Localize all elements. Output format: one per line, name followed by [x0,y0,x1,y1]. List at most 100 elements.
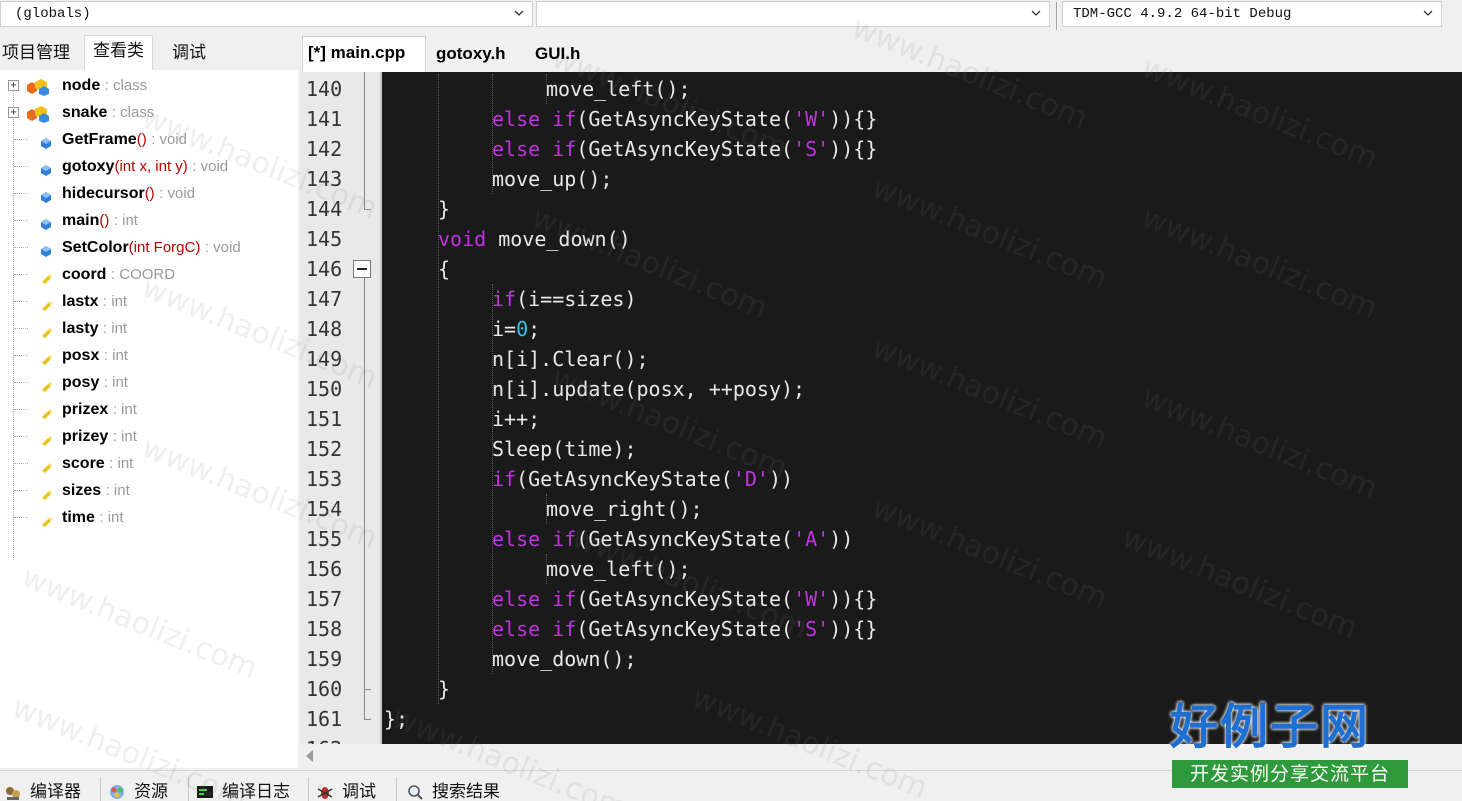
code-keyword: else [492,137,553,161]
tree-item-prizex[interactable]: prizex : int [0,396,298,423]
tree-connector [14,463,28,464]
code-text: )) [829,527,854,551]
line-number: 148 [306,317,343,341]
indent-guide [492,74,493,194]
tab-resources[interactable]: 资源 [108,779,188,801]
indent-guide [546,74,547,104]
tree-item-label: hidecursor() : void [62,180,195,207]
tree-item-posx[interactable]: posx : int [0,342,298,369]
tab-compile-log[interactable]: 编译日志 [196,779,308,801]
code-text: (i==sizes) [516,287,637,311]
line-number: 162 [306,734,350,744]
tree-item-coord[interactable]: coord : COORD [0,261,298,288]
tree-connector [14,247,28,248]
tree-item-setcolor[interactable]: SetColor(int ForgC) : void [0,234,298,261]
tree-item-lastx[interactable]: lastx : int [0,288,298,315]
variable-icon [42,409,52,419]
symbol-type: : class [111,104,155,121]
tab-project-manager[interactable]: 项目管理 [2,38,70,70]
symbol-type: : COORD [110,266,176,283]
symbol-type: : int [112,401,137,418]
function-icon [41,165,51,176]
tree-item-sizes[interactable]: sizes : int [0,477,298,504]
symbol-type: : void [204,239,241,256]
tree-item-snake[interactable]: + snake : class [0,99,298,126]
code-text: ; [528,317,541,341]
tree-item-label: GetFrame() : void [62,126,187,153]
code-string: 'A' [793,527,830,551]
tab-class-view[interactable]: 查看类 [84,35,153,70]
scope-combobox[interactable]: (globals) [0,1,533,27]
code-editor[interactable]: 140 141 142 143 144 145 146 147 148 149 150 151 152 1… [300,72,1462,744]
tree-item-prizey[interactable]: prizey : int [0,423,298,450]
code-number: 0 [516,317,529,341]
class-icon [27,79,49,96]
tree-item-time[interactable]: time : int [0,504,298,531]
tab-compiler[interactable]: 编译器 [4,779,100,801]
expand-toggle-icon[interactable]: + [8,80,19,91]
code-text: move_right(); [546,497,703,521]
tab-gui-h[interactable]: GUI.h [535,38,595,72]
compiler-combobox[interactable]: TDM-GCC 4.9.2 64-bit Debug [1062,1,1442,27]
collapse-fold-icon[interactable] [353,260,371,278]
variable-icon [42,328,52,338]
code-text: } [438,197,451,221]
line-number-gutter: 140 141 142 143 144 145 146 147 148 149 150 151 152 1… [300,72,380,744]
editor-tabs: [*] main.cpp gotoxy.h GUI.h [298,34,1462,72]
tab-search-results-label: 搜索结果 [432,782,500,801]
tree-item-main[interactable]: main() : int [0,207,298,234]
tree-item-label: snake : class [62,99,154,126]
code-keyword: if [552,527,577,551]
line-number: 150 [306,377,343,401]
symbol-args: (int ForgC) [128,239,201,256]
tree-item-posy[interactable]: posy : int [0,369,298,396]
scroll-left-arrow-icon[interactable] [306,750,313,762]
tab-debug-output[interactable]: 调试 [316,779,396,801]
tree-item-lasty[interactable]: lasty : int [0,315,298,342]
scope-combobox-value: (globals) [15,6,91,22]
code-keyword: if [552,587,577,611]
line-number: 149 [306,347,343,371]
tree-connector [14,220,28,221]
code-keyword: void [438,227,499,251]
code-string: 'S' [793,137,830,161]
tree-connector [14,301,28,302]
indent-guide [438,74,439,704]
tree-connector [14,355,28,356]
code-line: else if(GetAsyncKeyState('W')){} [492,104,877,134]
bug-icon [317,787,333,799]
code-keyword: if [552,617,577,641]
tab-main-cpp[interactable]: [*] main.cpp [302,36,426,72]
code-line: i++; [492,404,540,434]
function-icon [41,192,51,203]
symbol-name: node [62,77,101,94]
line-number: 144 [306,197,343,221]
code-text: (GetAsyncKeyState( [576,587,794,611]
tree-connector [14,382,28,383]
tree-connector [14,436,28,437]
tree-item-hidecursor[interactable]: hidecursor() : void [0,180,298,207]
code-text: move_up(); [492,167,613,191]
line-number: 143 [306,167,343,191]
member-combobox[interactable] [536,1,1050,27]
code-text: move_left(); [546,77,691,101]
tree-item-node[interactable]: + node : class [0,72,298,99]
variable-icon [42,490,52,500]
line-number: 157 [306,587,343,611]
expand-toggle-icon[interactable]: + [8,107,19,118]
tab-compile-log-label: 编译日志 [222,782,290,801]
tree-item-score[interactable]: score : int [0,450,298,477]
code-text: (GetAsyncKeyState( [516,467,733,491]
symbol-name: score [62,455,105,472]
logo-subtitle: 开发实例分享交流平台 [1172,760,1408,788]
code-text: } [438,677,451,701]
logo-title: 好例子网 [1170,699,1371,755]
code-line: void move_down() [438,224,631,254]
tab-search-results[interactable]: 搜索结果 [406,779,526,801]
symbol-type: : void [192,158,229,175]
tab-gotoxy-h[interactable]: gotoxy.h [436,38,526,72]
tree-item-gotoxy[interactable]: gotoxy(int x, int y) : void [0,153,298,180]
code-line: } [438,194,450,224]
tab-debug[interactable]: 调试 [172,38,206,70]
tree-item-getframe[interactable]: GetFrame() : void [0,126,298,153]
